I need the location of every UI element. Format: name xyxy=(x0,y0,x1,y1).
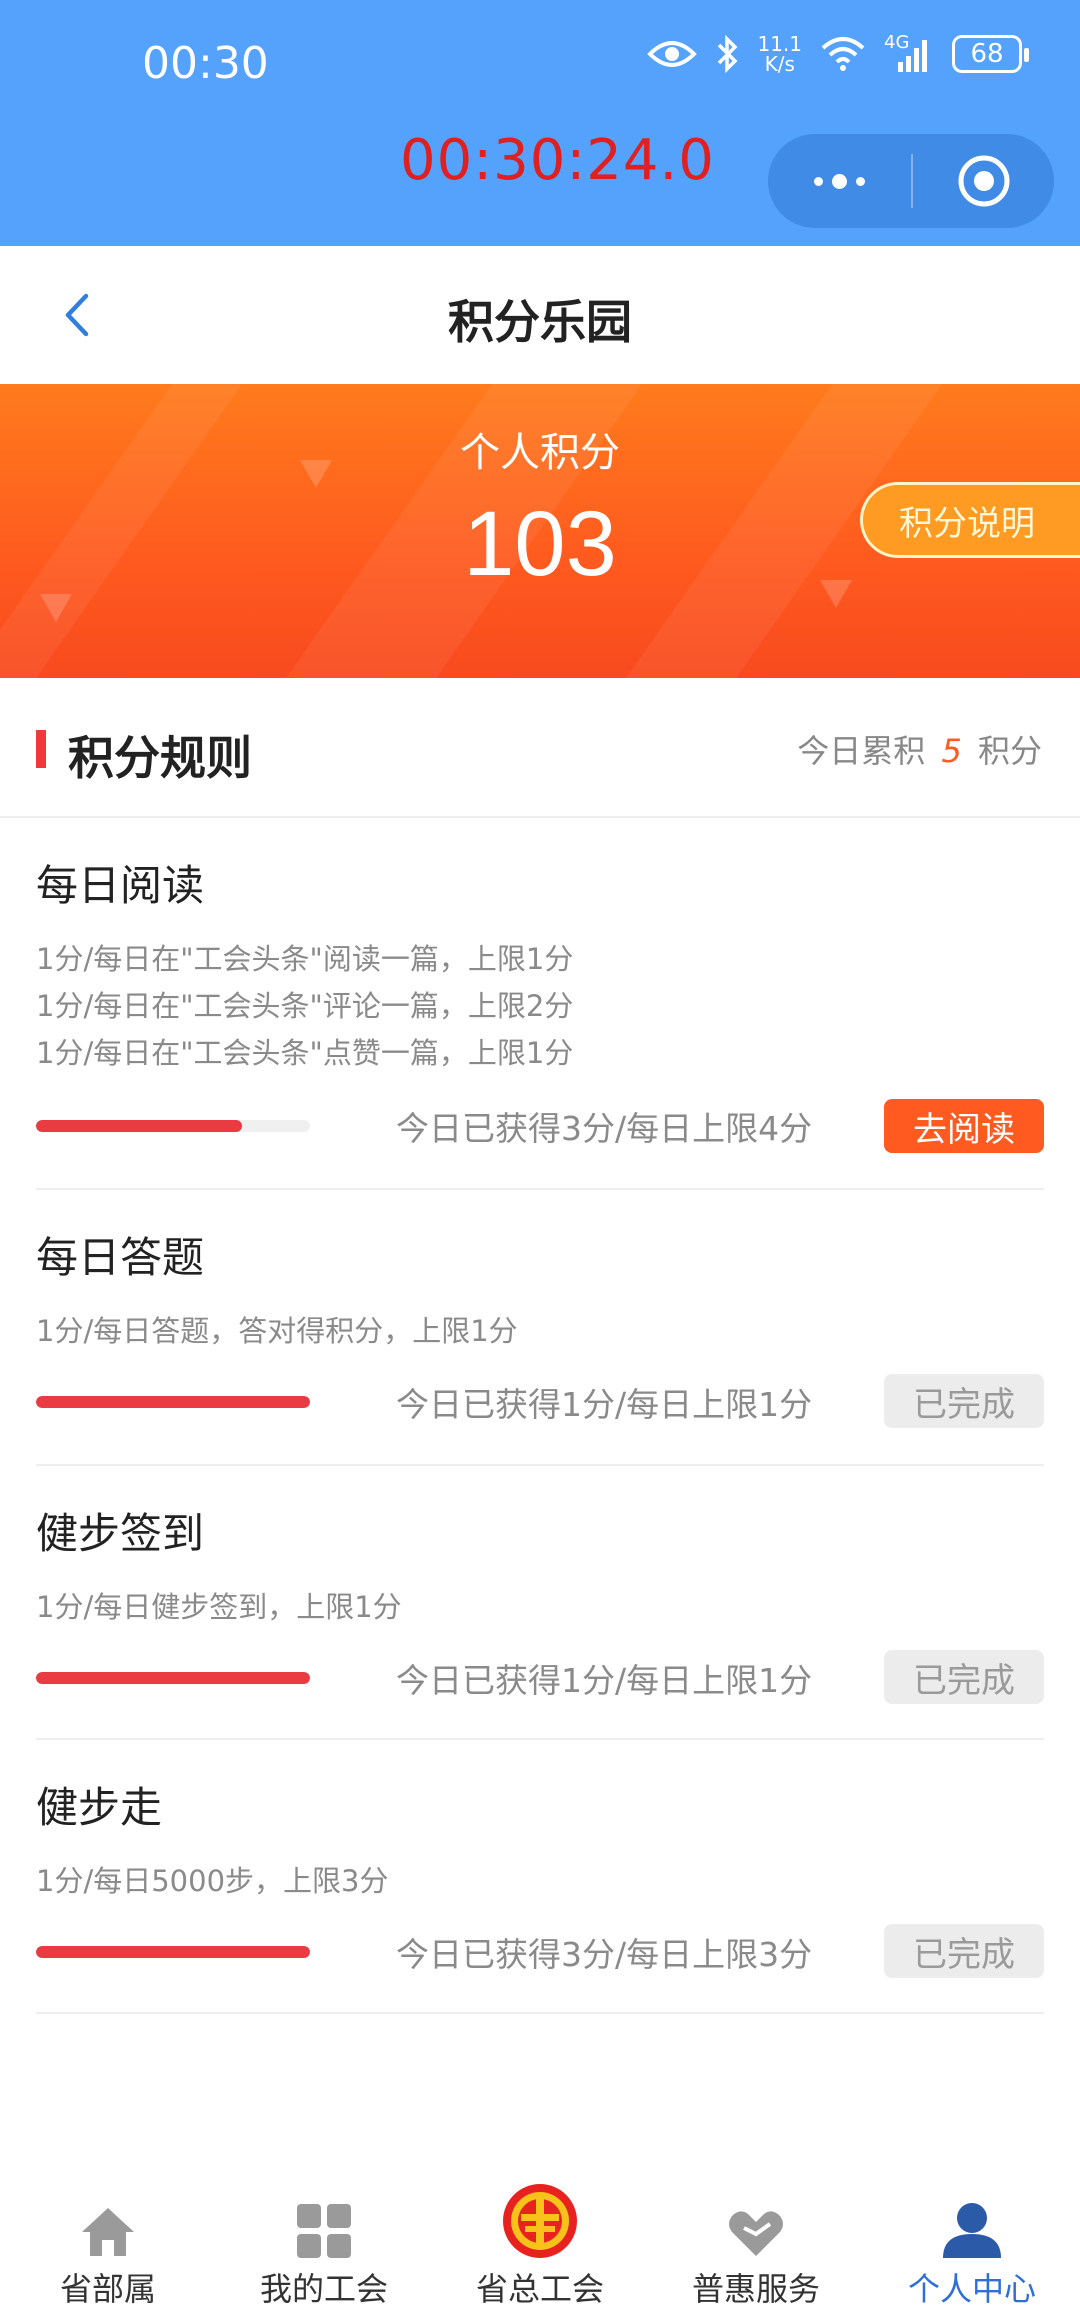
progress-fill xyxy=(36,1672,310,1684)
task-desc-line: 1分/每日答题，答对得积分，上限1分 xyxy=(36,1314,518,1348)
elapsed-timer: 00:30:24.0 xyxy=(400,128,715,193)
tab-label: 个人中心 xyxy=(907,2270,1036,2308)
task-progress-bar xyxy=(36,1672,310,1684)
tab-provincial-union[interactable]: 省总工会 xyxy=(432,2170,648,2310)
tab-benefit-services[interactable]: 普惠服务 xyxy=(648,2170,864,2310)
points-label: 个人积分 xyxy=(460,430,620,476)
task-desc: 1分/每日5000步，上限3分 xyxy=(36,1858,388,1905)
mini-program-capsule xyxy=(768,134,1054,228)
section-marker xyxy=(36,730,46,768)
status-icons: 11.1 K/s 4G 68 xyxy=(647,32,1029,74)
net-speed-value: 11.1 xyxy=(757,32,802,56)
task-title: 健步签到 xyxy=(36,1509,205,1558)
points-explain-button[interactable]: 积分说明 xyxy=(860,482,1080,558)
task-progress-bar xyxy=(36,1396,310,1408)
completed-button[interactable]: 已完成 xyxy=(884,1650,1044,1704)
wifi-icon xyxy=(821,37,865,71)
task-progress-bar xyxy=(36,1120,310,1132)
eye-icon xyxy=(647,41,698,67)
page-title: 积分乐园 xyxy=(448,295,632,349)
tab-personal-center[interactable]: 个人中心 xyxy=(864,2170,1080,2310)
progress-fill xyxy=(36,1120,242,1132)
rules-title: 积分规则 xyxy=(68,731,252,785)
progress-fill xyxy=(36,1946,310,1958)
task-status: 今日已获得3分/每日上限4分 xyxy=(396,1109,813,1148)
target-circle-icon xyxy=(958,155,1009,207)
points-banner: 个人积分 103 积分说明 xyxy=(0,384,1080,678)
task-desc: 1分/每日答题，答对得积分，上限1分 xyxy=(36,1308,518,1355)
completed-button[interactable]: 已完成 xyxy=(884,1924,1044,1978)
task-progress-bar xyxy=(36,1946,310,1958)
today-prefix: 今日累积 xyxy=(797,732,926,770)
tab-label: 普惠服务 xyxy=(691,2270,820,2308)
task-desc: 1分/每日在"工会头条"阅读一篇，上限1分 1分/每日在"工会头条"评论一篇，上… xyxy=(36,936,573,1077)
net-speed: 11.1 K/s xyxy=(757,34,802,74)
rules-header: 积分规则 今日累积 5 积分 xyxy=(0,678,1080,818)
bluetooth-icon xyxy=(718,35,738,73)
task-desc: 1分/每日健步签到，上限1分 xyxy=(36,1584,402,1631)
banner-decoration xyxy=(40,594,72,622)
task-desc-line: 1分/每日健步签到，上限1分 xyxy=(36,1590,402,1624)
task-desc-line: 1分/每日在"工会头条"阅读一篇，上限1分 xyxy=(36,942,574,976)
battery-indicator: 68 xyxy=(952,35,1029,73)
tab-label: 省总工会 xyxy=(475,2270,604,2308)
today-suffix: 积分 xyxy=(977,732,1042,770)
grid-icon xyxy=(295,2176,353,2260)
status-time: 00:30 xyxy=(142,38,269,89)
home-icon xyxy=(78,2176,138,2260)
progress-fill xyxy=(36,1396,310,1408)
close-capsule-button[interactable] xyxy=(913,134,1054,228)
completed-button[interactable]: 已完成 xyxy=(884,1374,1044,1428)
go-read-button[interactable]: 去阅读 xyxy=(884,1099,1044,1153)
task-title: 健步走 xyxy=(36,1783,163,1832)
task-daily-reading: 每日阅读 1分/每日在"工会头条"阅读一篇，上限1分 1分/每日在"工会头条"评… xyxy=(36,818,1044,1190)
dot-icon xyxy=(832,173,847,189)
task-status: 今日已获得3分/每日上限3分 xyxy=(396,1935,813,1974)
task-desc-line: 1分/每日5000步，上限3分 xyxy=(36,1864,389,1898)
dot-icon xyxy=(814,176,823,186)
tab-my-union[interactable]: 我的工会 xyxy=(216,2170,432,2310)
task-status: 今日已获得1分/每日上限1分 xyxy=(396,1661,813,1700)
task-daily-quiz: 每日答题 1分/每日答题，答对得积分，上限1分 今日已获得1分/每日上限1分 已… xyxy=(36,1190,1044,1466)
task-walk-checkin: 健步签到 1分/每日健步签到，上限1分 今日已获得1分/每日上限1分 已完成 xyxy=(36,1466,1044,1740)
task-status: 今日已获得1分/每日上限1分 xyxy=(396,1385,813,1424)
more-menu-button[interactable] xyxy=(768,134,911,228)
union-emblem-icon xyxy=(501,2176,579,2260)
heart-hand-icon xyxy=(726,2176,786,2260)
cellular-signal: 4G xyxy=(884,32,934,74)
signal-icon xyxy=(898,40,927,72)
dot-icon xyxy=(856,176,865,186)
task-walking: 健步走 1分/每日5000步，上限3分 今日已获得3分/每日上限3分 已完成 xyxy=(36,1740,1044,2014)
person-icon xyxy=(941,2176,1003,2260)
today-accumulated: 今日累积 5 积分 xyxy=(797,726,1042,772)
task-title: 每日答题 xyxy=(36,1233,205,1282)
bottom-tab-bar: 省部属 我的工会 省总工会 普惠服务 个人中心 xyxy=(0,2170,1080,2310)
tab-label: 省部属 xyxy=(59,2270,156,2308)
task-desc-line: 1分/每日在"工会头条"点赞一篇，上限1分 xyxy=(36,1036,574,1070)
nav-bar: 积分乐园 xyxy=(0,246,1080,384)
tab-provincial-departments[interactable]: 省部属 xyxy=(0,2170,216,2310)
today-value: 5 xyxy=(941,732,962,770)
status-bar: 00:30 11.1 K/s 4G 68 00:30:24.0 xyxy=(0,0,1080,246)
task-desc-line: 1分/每日在"工会头条"评论一篇，上限2分 xyxy=(36,989,574,1023)
net-speed-unit: K/s xyxy=(764,52,795,76)
tab-label: 我的工会 xyxy=(259,2270,388,2308)
task-title: 每日阅读 xyxy=(36,861,205,910)
